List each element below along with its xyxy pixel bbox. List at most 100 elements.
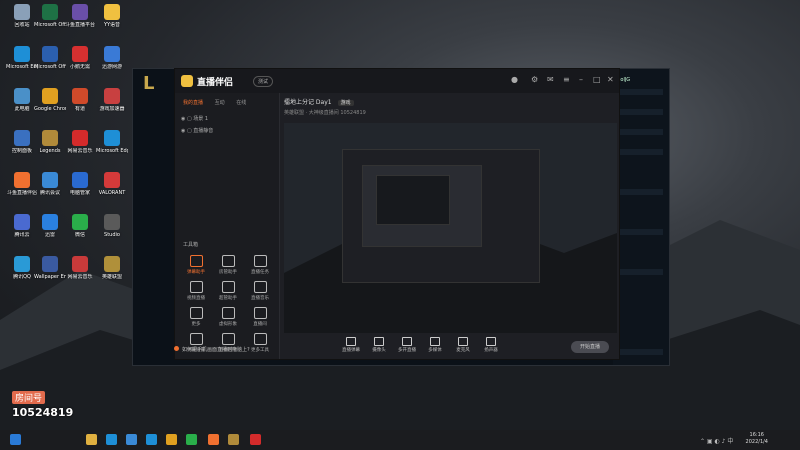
app-icon — [14, 130, 30, 146]
desktop-icon[interactable]: Wallpaper Engine — [34, 256, 66, 280]
wechat-icon[interactable] — [186, 434, 197, 445]
douyu-icon[interactable] — [208, 434, 219, 445]
minimize-icon[interactable]: – — [579, 75, 583, 84]
tab-interact[interactable]: 互动 — [215, 100, 225, 106]
tab-my-live[interactable]: 我的直播 — [183, 100, 203, 106]
desktop-icon[interactable]: YY语音 — [96, 4, 128, 28]
lol-logo: L — [143, 73, 155, 94]
stream-meta: 英雄联盟 · 大神级直播间 10524819 — [284, 110, 366, 116]
desktop-icon[interactable]: Microsoft Edge — [96, 130, 128, 154]
tool-button[interactable]: 视频直播 — [181, 281, 211, 301]
tool-icon — [189, 255, 203, 267]
streaming-app-window[interactable]: 直播伴侣 测试 ● ⚙ ✉ ≡ – □ ✕ 我的直播 互动 在线 ◉ ▢ 场景 … — [174, 68, 620, 360]
tool-button[interactable]: 房管助手 — [213, 255, 243, 275]
edge-icon[interactable] — [106, 434, 117, 445]
clock[interactable]: 16:16 2022/1/4 — [746, 432, 768, 446]
menu-icon[interactable]: ≡ — [563, 75, 570, 84]
store-icon[interactable] — [126, 434, 137, 445]
control-label: 麦克风 — [456, 348, 470, 353]
mail-icon[interactable]: ✉ — [547, 75, 554, 84]
desktop-icons: 回收站Microsoft Office Exc...斗鱼直播平台YY语音Micr… — [0, 0, 135, 430]
go-live-button[interactable]: 开始直播 — [571, 341, 609, 353]
tool-button[interactable]: 更多 — [181, 307, 211, 327]
control-label: 多媒体 — [428, 348, 442, 353]
tool-button[interactable]: 虚拟形象 — [213, 307, 243, 327]
desktop-icon[interactable]: Legends — [34, 130, 66, 154]
desktop-icon[interactable]: 英雄联盟 — [96, 256, 128, 280]
tool-icon — [253, 255, 267, 267]
desktop-icon[interactable]: 网易云音乐 — [64, 256, 96, 280]
tool-button[interactable]: 弹幕助手 — [181, 255, 211, 275]
desktop-icon-label: 腾讯会议 — [39, 190, 60, 196]
desktop-icon-label: 小鹅无需 — [69, 64, 90, 70]
control-button[interactable]: 多媒体 — [424, 337, 446, 353]
nested-preview-3 — [376, 175, 450, 225]
tool-icon — [253, 333, 267, 345]
control-label: 多开直播 — [398, 348, 416, 353]
app-icon — [104, 172, 120, 188]
desktop-icon[interactable]: 迅雷 — [34, 214, 66, 238]
desktop-icon-label: 有道 — [74, 106, 85, 112]
desktop-icon[interactable]: 网易云音乐 — [64, 130, 96, 154]
tray-icons[interactable]: ⌃ ▣ ◐ ♪ 中 — [700, 436, 733, 445]
desktop-icon[interactable]: Google Chrome — [34, 88, 66, 112]
lol-icon[interactable] — [228, 434, 239, 445]
maximize-icon[interactable]: □ — [593, 75, 601, 84]
desktop-icon[interactable]: Studio — [96, 214, 128, 238]
room-id-overlay: 房间号 10524819 — [12, 386, 73, 419]
app-icon — [14, 46, 30, 62]
close-icon[interactable]: ✕ — [607, 75, 614, 84]
desktop-icon-label: 迅雷 — [44, 232, 55, 238]
room-id-number: 10524819 — [12, 406, 74, 419]
app-icon — [42, 214, 58, 230]
tool-label: 房管助手 — [219, 270, 237, 275]
desktop-icon[interactable]: 腾讯会议 — [34, 172, 66, 196]
settings-icon[interactable]: ⚙ — [531, 75, 538, 84]
taskbar: ⌃ ▣ ◐ ♪ 中 16:16 2022/1/4 — [0, 430, 800, 450]
app-icon — [72, 256, 88, 272]
app-icon — [72, 88, 88, 104]
app-icon — [42, 130, 58, 146]
notice-bar[interactable]: 如何把手机画面直播到电脑上? — [174, 346, 374, 356]
tool-button[interactable]: 直播任务 — [245, 255, 275, 275]
desktop-icon-label: 网易云音乐 — [67, 148, 93, 154]
app-icon — [72, 172, 88, 188]
tool-button[interactable]: 直播音乐 — [245, 281, 275, 301]
tool-label: 视频直播 — [187, 296, 205, 301]
desktop-icon[interactable]: Microsoft Office Wo... — [34, 46, 66, 70]
desktop-icon[interactable]: 电脑管家 — [64, 172, 96, 196]
tool-button[interactable]: 直播间 — [245, 307, 275, 327]
desktop-icon[interactable]: 迅游网游 — [96, 46, 128, 70]
app-icon — [72, 46, 88, 62]
tool-button[interactable]: 超管助手 — [213, 281, 243, 301]
app-icon — [14, 256, 30, 272]
desktop-icon[interactable]: 小鹅无需 — [64, 46, 96, 70]
desktop-icon-label: 电脑管家 — [69, 190, 90, 196]
desktop-icon[interactable]: 游戏加速器 — [96, 88, 128, 112]
app-title: 直播伴侣 — [197, 78, 234, 88]
avatar-icon[interactable]: ● — [511, 75, 518, 84]
desktop-icon-label: 网易云音乐 — [67, 274, 93, 280]
control-button[interactable]: 多开直播 — [396, 337, 418, 353]
desktop-icon[interactable]: Microsoft Office Exc... — [34, 4, 66, 28]
control-button[interactable]: 扬声器 — [480, 337, 502, 353]
tool-label: 虚拟形象 — [219, 322, 237, 327]
scene-item[interactable]: ◉ ▢ 场景 1 — [181, 115, 208, 122]
desktop-icon-label: Google Chrome — [34, 106, 66, 112]
tool-icon — [189, 333, 203, 345]
app-icon — [72, 130, 88, 146]
tool-label: 直播间 — [253, 322, 267, 327]
start-icon[interactable] — [10, 434, 21, 445]
desktop-icon[interactable]: 斗鱼直播平台 — [64, 4, 96, 28]
control-button[interactable]: 麦克风 — [452, 337, 474, 353]
scene-item[interactable]: ◉ ▢ 直播静音 — [181, 127, 213, 134]
edge-icon-2[interactable] — [146, 434, 157, 445]
tool-icon — [221, 307, 235, 319]
desktop-icon[interactable]: 微信 — [64, 214, 96, 238]
desktop-icon[interactable]: VALORANT — [96, 172, 128, 196]
tab-online[interactable]: 在线 — [236, 100, 246, 106]
file-explorer-icon[interactable] — [86, 434, 97, 445]
desktop-icon[interactable]: 有道 — [64, 88, 96, 112]
netease-icon[interactable] — [250, 434, 261, 445]
chrome-icon[interactable] — [166, 434, 177, 445]
